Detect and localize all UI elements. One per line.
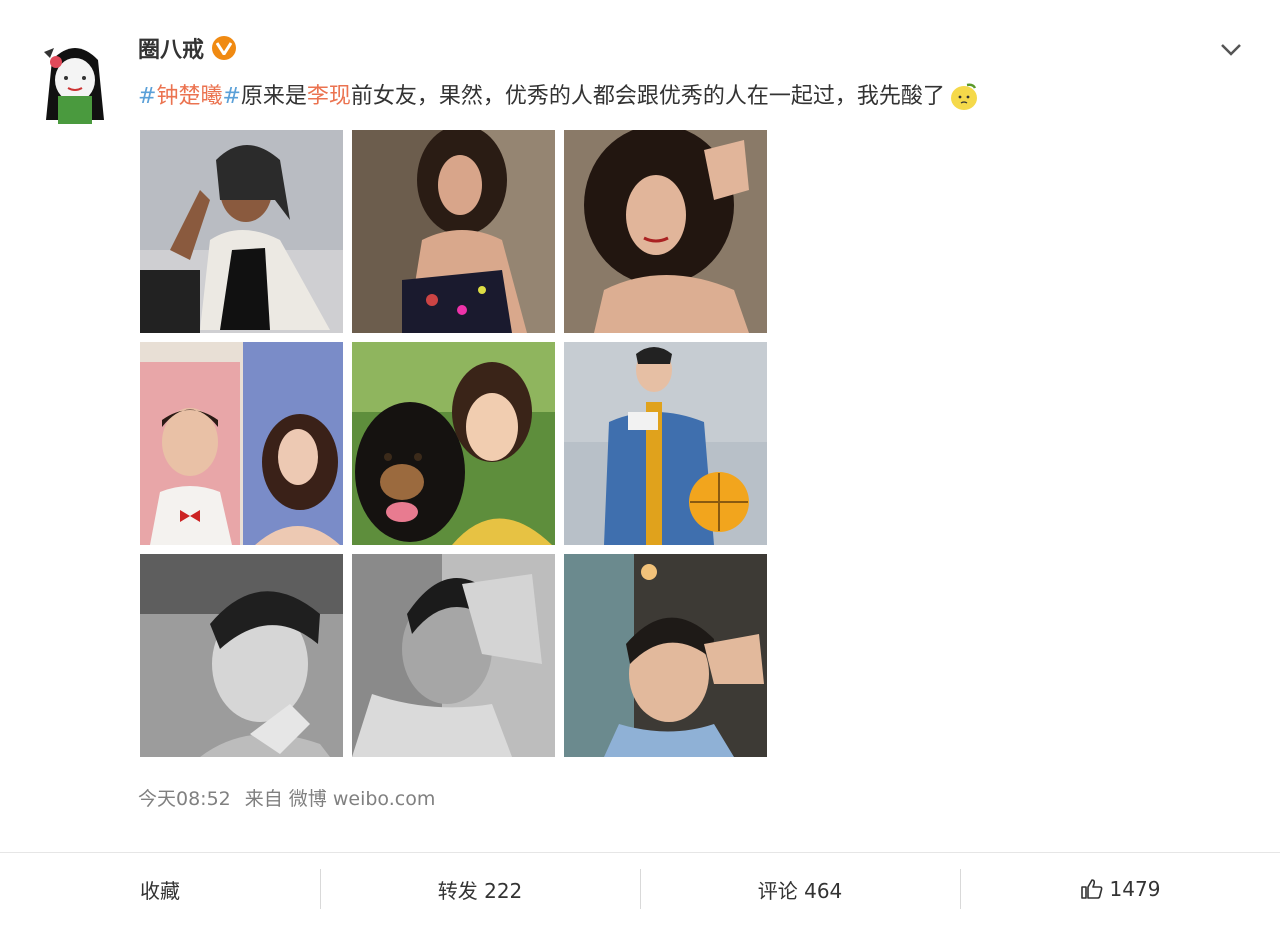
repost-label: 转发 222 [437, 878, 523, 903]
post-text: # 钟楚曦 # 原来是 李现 前女友，果然，优秀的人都会跟优秀的人在一起过，我先酸了 [138, 80, 1138, 114]
chevron-down-icon [1221, 44, 1241, 56]
photo-8-man-bw-hand-face[interactable] [352, 554, 555, 757]
photo-6-man-denim-jacket-basketball[interactable] [564, 342, 767, 545]
favorite-button[interactable]: 收藏 [0, 853, 320, 925]
more-options-button[interactable] [1214, 36, 1248, 64]
user-avatar[interactable] [40, 40, 110, 126]
favorite-label: 收藏 [140, 878, 180, 903]
hashtag-open[interactable]: # [138, 80, 156, 114]
post-time[interactable]: 今天08:52 [138, 784, 231, 811]
thumbs-up-icon [1080, 879, 1102, 899]
post-meta: 今天08:52 来自 微博 weibo.com [138, 784, 435, 811]
photo-3-woman-curly-hair-closeup[interactable] [564, 130, 767, 333]
comment-label: 评论 464 [757, 878, 843, 903]
repost-button[interactable]: 转发 222 [320, 853, 640, 925]
verified-v-badge-icon [212, 36, 237, 60]
photo-grid [140, 130, 767, 757]
mention-link[interactable]: 李现 [307, 80, 351, 114]
username[interactable]: 圈八戒 [138, 32, 237, 64]
photo-4-old-couple-photos[interactable] [140, 342, 343, 545]
hashtag-close[interactable]: # [222, 80, 240, 114]
post-text-part2: 前女友，果然，优秀的人都会跟优秀的人在一起过，我先酸了 [350, 84, 945, 109]
weibo-post-card: 圈八戒 # 钟楚曦 # 原来是 李现 前女友，果然，优秀的人都会跟优秀的人在一起过，我先酸… [0, 0, 1280, 852]
photo-9-man-blue-shirt[interactable] [564, 554, 767, 757]
lemon-face-emoji-icon [949, 82, 979, 112]
like-count: 1479 [1109, 877, 1161, 901]
photo-2-woman-curly-hair-dress[interactable] [352, 130, 555, 333]
post-text-part1: 原来是 [240, 84, 307, 109]
action-bar: 收藏 转发 222 评论 464 1479 [0, 852, 1280, 925]
photo-5-woman-with-dog[interactable] [352, 342, 555, 545]
hashtag-link[interactable]: 钟楚曦 [156, 80, 222, 114]
photo-1-woman-braids-jacket[interactable] [140, 130, 343, 333]
avatar-cartoon-girl-icon [44, 48, 104, 124]
photo-7-man-bw-portrait[interactable] [140, 554, 343, 757]
post-source: 来自 微博 weibo.com [244, 788, 436, 810]
like-button[interactable]: 1479 [960, 853, 1280, 925]
username-text[interactable]: 圈八戒 [138, 32, 204, 64]
comment-button[interactable]: 评论 464 [640, 853, 960, 925]
